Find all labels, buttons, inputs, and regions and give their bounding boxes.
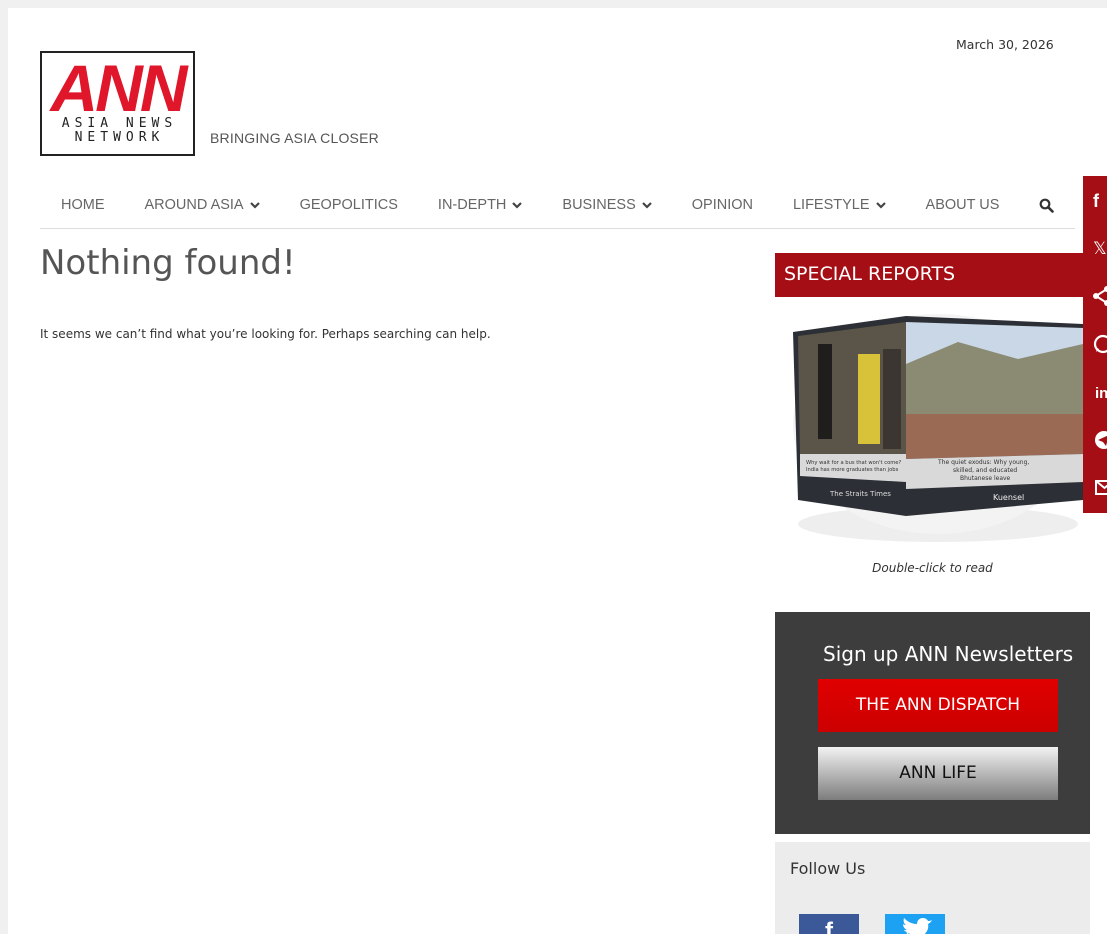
ann-life-button[interactable]: ANN LIFE (818, 747, 1058, 800)
cube-right-headline: Bhutanese leave (960, 475, 1011, 482)
nav-item-about-us[interactable]: ABOUT US (926, 197, 1000, 213)
whatsapp-icon[interactable] (1083, 328, 1107, 360)
cube-right-headline: skilled, and educated (953, 467, 1017, 474)
chevron-down-icon (512, 201, 523, 209)
nav-item-label: BUSINESS (562, 197, 636, 213)
search-icon[interactable] (1039, 198, 1055, 213)
page-title: Nothing found! (40, 243, 296, 283)
chevron-down-icon (249, 201, 260, 209)
nav-item-label: IN-DEPTH (437, 197, 507, 213)
cube-left-photo-detail (818, 344, 832, 439)
nav-item-label: ABOUT US (925, 197, 1000, 213)
follow-us-section: Follow Us f (775, 842, 1090, 934)
telegram-icon[interactable] (1083, 424, 1107, 456)
cube-left-source: The Straits Times (829, 490, 891, 498)
nav-item-label: AROUND ASIA (144, 197, 244, 213)
facebook-share-glyph: f (1093, 191, 1100, 211)
newsletter-signup: Sign up ANN Newsletters THE ANN DISPATCH… (775, 612, 1090, 834)
nav-item-business[interactable]: BUSINESS (562, 197, 652, 213)
nav-item-label: HOME (61, 197, 105, 213)
nav-item-opinion[interactable]: OPINION (692, 197, 753, 213)
twitter-bird-icon (903, 918, 932, 934)
cube-left-photo-detail (858, 354, 880, 444)
ann-logo[interactable]: ANN ASIA NEWS NETWORK (40, 51, 195, 156)
not-found-message: It seems we can’t find what you’re looki… (40, 327, 491, 341)
x-icon[interactable]: 𝕏 (1083, 232, 1107, 264)
special-reports-header: SPECIAL REPORTS (775, 253, 1107, 297)
facebook-icon[interactable]: f (1083, 184, 1107, 216)
nav-item-in-depth[interactable]: IN-DEPTH (437, 197, 523, 213)
cube-left-headline: India has more graduates than jobs (806, 467, 899, 473)
x-share-glyph: 𝕏 (1093, 239, 1107, 259)
cube-right-photo-hills (906, 342, 1083, 414)
cube-right-photo-town (906, 414, 1083, 459)
current-date: March 30, 2026 (956, 37, 1054, 52)
twitter-follow-button[interactable] (885, 914, 945, 934)
share-icon[interactable] (1083, 280, 1107, 312)
logo-line-asia-news: ASIA NEWS (61, 116, 178, 131)
email-icon[interactable] (1083, 472, 1107, 504)
ann-dispatch-button[interactable]: THE ANN DISPATCH (818, 679, 1058, 732)
cube-left-headline: Why wait for a bus that won't come? (806, 460, 901, 466)
linkedin-share-glyph: in (1095, 385, 1107, 402)
cube-left-photo-detail (883, 349, 901, 449)
cube-right-headline: The quiet exodus: Why young, (937, 459, 1029, 466)
chevron-down-icon (641, 201, 652, 209)
nav-item-label: GEOPOLITICS (299, 197, 398, 213)
chevron-down-icon (875, 201, 886, 209)
linkedin-icon[interactable]: in (1083, 376, 1107, 408)
page: March 30, 2026 ANN ASIA NEWS NETWORK BRI… (8, 8, 1107, 934)
facebook-follow-button[interactable]: f (799, 914, 859, 934)
nav-item-label: OPINION (691, 197, 753, 213)
special-reports-caption: Double-click to read (872, 561, 993, 575)
logo-line-network: NETWORK (74, 130, 165, 145)
facebook-icon: f (825, 918, 833, 934)
nav-item-around-asia[interactable]: AROUND ASIA (145, 197, 260, 213)
nav-item-lifestyle[interactable]: LIFESTYLE (793, 197, 886, 213)
logo-ann-text: ANN (50, 51, 188, 125)
nav-item-home[interactable]: HOME (61, 197, 105, 213)
main-navigation: HOME AROUND ASIA GEOPOLITICS IN-DEPTH BU… (40, 182, 1075, 229)
nav-item-geopolitics[interactable]: GEOPOLITICS (300, 197, 398, 213)
follow-us-title: Follow Us (790, 859, 866, 878)
special-reports-cube[interactable]: Why wait for a bus that won't come? Indi… (788, 304, 1088, 544)
nav-item-label: LIFESTYLE (792, 197, 870, 213)
cube-right-source: Kuensel (993, 493, 1024, 502)
share-sidebar: f 𝕏 in (1083, 176, 1107, 513)
site-tagline: BRINGING ASIA CLOSER (210, 130, 379, 146)
newsletter-title: Sign up ANN Newsletters (823, 642, 1074, 666)
